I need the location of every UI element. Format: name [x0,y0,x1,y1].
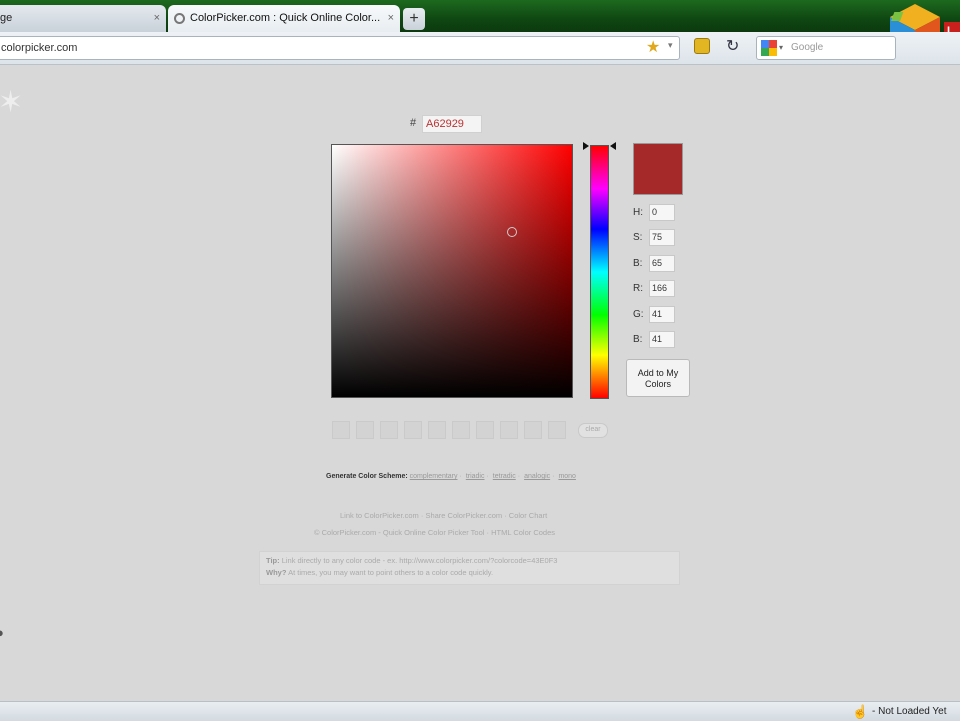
my-color-slot[interactable] [380,421,398,439]
hue-handle-left-icon[interactable] [583,142,589,150]
hue-handle-right-icon[interactable] [610,142,616,150]
footer-links[interactable]: Link to ColorPicker.com · Share ColorPic… [340,511,547,520]
red-label: R: [633,283,643,294]
color-scheme-links: Generate Color Scheme: complementary · tr… [326,473,576,480]
my-color-slot[interactable] [332,421,350,439]
side-edge-icon: ● [0,625,4,640]
hue-label: H: [633,207,643,218]
why-label: Why? [266,568,287,577]
url-dropdown-icon[interactable]: ▾ [668,40,673,51]
my-color-slot[interactable] [404,421,422,439]
scheme-link-analogic[interactable]: analogic [524,473,550,480]
footer-copyright: © ColorPicker.com - Quick Online Color P… [314,528,556,537]
tab-close-icon[interactable]: × [154,5,160,32]
google-icon [761,40,777,56]
new-tab-button[interactable]: + [403,8,425,30]
hex-hash-label: # [410,117,417,129]
tab-title: ColorPicker.com : Quick Online Color... [190,12,381,24]
brightness-label: B: [633,258,643,269]
red-input[interactable]: 166 [649,280,675,297]
my-color-slot[interactable] [356,421,374,439]
scheme-link-complementary[interactable]: complementary [410,473,458,480]
saturation-brightness-field[interactable] [331,144,573,398]
status-bar: ☝ - Not Loaded Yet [0,701,960,721]
scheme-heading: Generate Color Scheme: [326,473,408,480]
hue-slider[interactable] [590,145,609,399]
faint-logo-icon: ✶ [0,86,24,119]
page-content: ✶ # A62929 H: 0 S: 75 B: 65 R: 166 G: 41… [0,65,960,701]
hue-input[interactable]: 0 [649,204,675,221]
selected-color-swatch [633,143,683,195]
my-color-slot[interactable] [452,421,470,439]
search-box[interactable]: ▾ Google [756,36,896,60]
tip-label: Tip: [266,556,280,565]
browser-titlebar: ge × ColorPicker.com : Quick Online Colo… [0,0,960,32]
brightness-input[interactable]: 65 [649,255,675,272]
tab-title: ge [0,12,13,24]
green-label: G: [633,309,644,320]
status-text: - Not Loaded Yet [872,706,947,717]
search-placeholder: Google [791,42,824,53]
bookmark-star-icon[interactable]: ★ [646,37,660,57]
blue-input[interactable]: 41 [649,331,675,348]
status-hand-icon: ☝ [852,704,869,719]
my-color-slot[interactable] [428,421,446,439]
saturation-label: S: [633,232,643,243]
picker-cursor-icon[interactable] [507,227,517,237]
tip-box: Tip: Link directly to any color code - e… [259,551,680,585]
add-to-my-colors-button[interactable]: Add to My Colors [626,359,690,397]
address-bar[interactable]: colorpicker.com [0,36,680,60]
tab-previous[interactable]: ge × [0,5,166,32]
clear-colors-button[interactable]: clear [578,423,608,438]
my-color-slot[interactable] [500,421,518,439]
scheme-link-triadic[interactable]: triadic [466,473,485,480]
my-color-slot[interactable] [476,421,494,439]
green-input[interactable]: 41 [649,306,675,323]
my-color-slot[interactable] [548,421,566,439]
scheme-link-tetradic[interactable]: tetradic [493,473,516,480]
search-engine-dropdown-icon[interactable]: ▾ [779,37,783,59]
extension-icon[interactable] [694,38,710,54]
tab-colorpicker[interactable]: ColorPicker.com : Quick Online Color... … [168,5,400,32]
blue-label: B: [633,334,643,345]
why-text: At times, you may want to point others t… [288,568,494,577]
favicon-icon [174,13,185,24]
my-color-slot[interactable] [524,421,542,439]
tip-text: Link directly to any color code - ex. ht… [281,556,558,565]
hex-input[interactable]: A62929 [422,115,482,133]
scheme-link-mono[interactable]: mono [558,473,576,480]
saturation-input[interactable]: 75 [649,229,675,246]
tab-close-icon[interactable]: × [388,5,394,32]
reload-icon[interactable]: ↻ [726,36,739,56]
